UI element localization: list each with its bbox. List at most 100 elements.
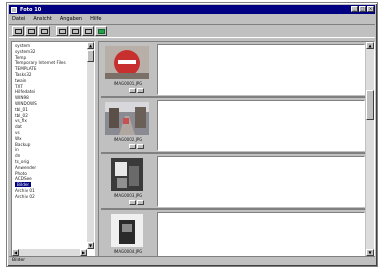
title-bar[interactable]: Foto 10 _ □ ×: [9, 5, 375, 14]
folder-label: tbl_02: [15, 112, 28, 118]
folder-tree-hscrollbar[interactable]: ◀ ▶: [12, 249, 87, 256]
folder-label: Anwender: [15, 164, 37, 170]
folder-label: system32: [15, 48, 36, 54]
menu-view[interactable]: Ansicht: [33, 16, 51, 22]
status-bar: Bilder: [9, 256, 375, 264]
rotate-icon: [40, 28, 48, 34]
folder-label: Backup: [15, 141, 31, 147]
list-button[interactable]: [25, 26, 37, 36]
photo-thumbnail[interactable]: [105, 102, 149, 135]
folder-label: Wx: [15, 135, 22, 141]
thumbnail-vscrollbar[interactable]: ▲ ▼: [366, 42, 374, 256]
thumbnail-row[interactable]: IMAG0004.JPG: [101, 211, 365, 256]
folder-label: Archiv 01: [15, 187, 35, 193]
menu-help[interactable]: Hilfe: [90, 16, 101, 22]
photo-thumbnail[interactable]: [111, 158, 143, 191]
thumbnail-info-button[interactable]: [129, 144, 136, 149]
folder-tree: system system32 Temp Temporary Internet Fil…: [11, 41, 95, 257]
photo-dark: [111, 158, 143, 191]
folder-label: tbl_01: [15, 106, 28, 112]
scroll-up-arrow[interactable]: ▲: [366, 42, 374, 49]
maximize-button[interactable]: □: [359, 6, 366, 12]
thumbnail-edit-button[interactable]: [137, 144, 144, 149]
photo-street: [105, 102, 149, 135]
scroll-up-arrow[interactable]: ▲: [87, 42, 94, 49]
folder-list: system system32 Temp Temporary Internet Fil…: [12, 42, 87, 249]
thumbnail-cell[interactable]: IMAG0002.JPG: [101, 99, 155, 152]
folder-label: vs: [15, 129, 20, 135]
folder-item[interactable]: Archiv 02: [15, 194, 87, 200]
thumbnail-caption: IMAG0002.JPG: [113, 137, 143, 142]
thumbnail-row[interactable]: IMAG0001.JPG: [101, 43, 365, 98]
thumbnail-details: [157, 156, 365, 207]
folder-label: system: [15, 43, 31, 48]
folder-label: WINDOWS: [15, 100, 37, 106]
menu-bar: Datei Ansicht Angaben Hilfe: [9, 15, 375, 23]
thumbnail-details: [157, 100, 365, 151]
folder-label: Temp: [15, 54, 27, 60]
export-icon: [97, 28, 105, 34]
save-icon: [84, 28, 92, 34]
scroll-thumb[interactable]: [366, 90, 374, 120]
folder-label: Tasks32: [15, 71, 32, 77]
folder-label: Hilfedatei: [15, 89, 36, 95]
thumbnail-details: [157, 212, 365, 256]
thumbnail-cell[interactable]: IMAG0003.JPG: [101, 155, 155, 208]
toolbar: [9, 24, 375, 38]
thumbnail-pane: IMAG0001.JPG IMAG0002.JPG IMAG0003.JPG I…: [98, 41, 375, 257]
folder-tree-vscrollbar[interactable]: ▲ ▼: [87, 42, 94, 249]
thumbnail-edit-button[interactable]: [137, 88, 144, 93]
folder-label: Bilder: [15, 182, 32, 188]
scroll-down-arrow[interactable]: ▼: [366, 249, 374, 256]
scroll-thumb[interactable]: [87, 50, 94, 62]
scroll-left-arrow[interactable]: ◀: [12, 249, 19, 256]
window-title: Foto 10: [20, 6, 42, 13]
thumbnail-cell[interactable]: IMAG0001.JPG: [101, 43, 155, 96]
folder-label: Temporary Internet Files: [15, 60, 66, 66]
thumbnail-caption: IMAG0001.JPG: [113, 81, 143, 86]
thumbnail-info-button[interactable]: [129, 200, 136, 205]
folder-label: WIN98: [15, 95, 29, 101]
export-button[interactable]: [95, 26, 107, 36]
folder-label: Archiv 02: [15, 193, 35, 199]
grid-icon: [71, 28, 79, 34]
folder-label: twain: [15, 77, 27, 83]
select-icon: [58, 28, 66, 34]
photo-interior: [111, 214, 143, 247]
grid-button[interactable]: [69, 26, 81, 36]
status-text: Bilder: [12, 258, 26, 263]
folder-label: Photo: [15, 170, 27, 176]
view-icon: [14, 28, 22, 34]
folder-label: ACDSee: [15, 176, 32, 182]
thumbnail-caption: IMAG0003.JPG: [113, 193, 143, 198]
select-button[interactable]: [56, 26, 68, 36]
menu-info[interactable]: Angaben: [60, 16, 82, 22]
folder-label: dat: [15, 124, 22, 130]
folder-label: TXT: [15, 83, 23, 89]
minimize-button[interactable]: _: [351, 6, 358, 12]
view-button[interactable]: [12, 26, 24, 36]
folder-label: dn: [15, 153, 21, 159]
app-window: Foto 10 _ □ × Datei Ansicht Angaben Hilf…: [6, 2, 378, 267]
thumbnail-cell[interactable]: IMAG0004.JPG: [101, 211, 155, 256]
folder-label: in: [15, 147, 19, 153]
photo-thumbnail[interactable]: [105, 46, 149, 79]
photo-thumbnail[interactable]: [111, 214, 143, 247]
scroll-right-arrow[interactable]: ▶: [80, 249, 87, 256]
scroll-down-arrow[interactable]: ▼: [87, 242, 94, 249]
rotate-button[interactable]: [38, 26, 50, 36]
save-button[interactable]: [82, 26, 94, 36]
folder-label: TEMPLATE: [15, 66, 37, 72]
app-icon: [11, 6, 17, 13]
folder-label: ts_orig: [15, 158, 30, 164]
photo-red-circle: [105, 46, 149, 79]
close-button[interactable]: ×: [367, 6, 374, 12]
thumbnail-info-button[interactable]: [129, 88, 136, 93]
thumbnail-caption: IMAG0004.JPG: [113, 249, 143, 254]
folder-label: vs_fix: [15, 118, 27, 124]
thumbnail-row[interactable]: IMAG0003.JPG: [101, 155, 365, 210]
menu-file[interactable]: Datei: [12, 16, 25, 22]
thumbnail-edit-button[interactable]: [137, 200, 144, 205]
thumbnail-row[interactable]: IMAG0002.JPG: [101, 99, 365, 154]
thumbnail-details: [157, 44, 365, 95]
